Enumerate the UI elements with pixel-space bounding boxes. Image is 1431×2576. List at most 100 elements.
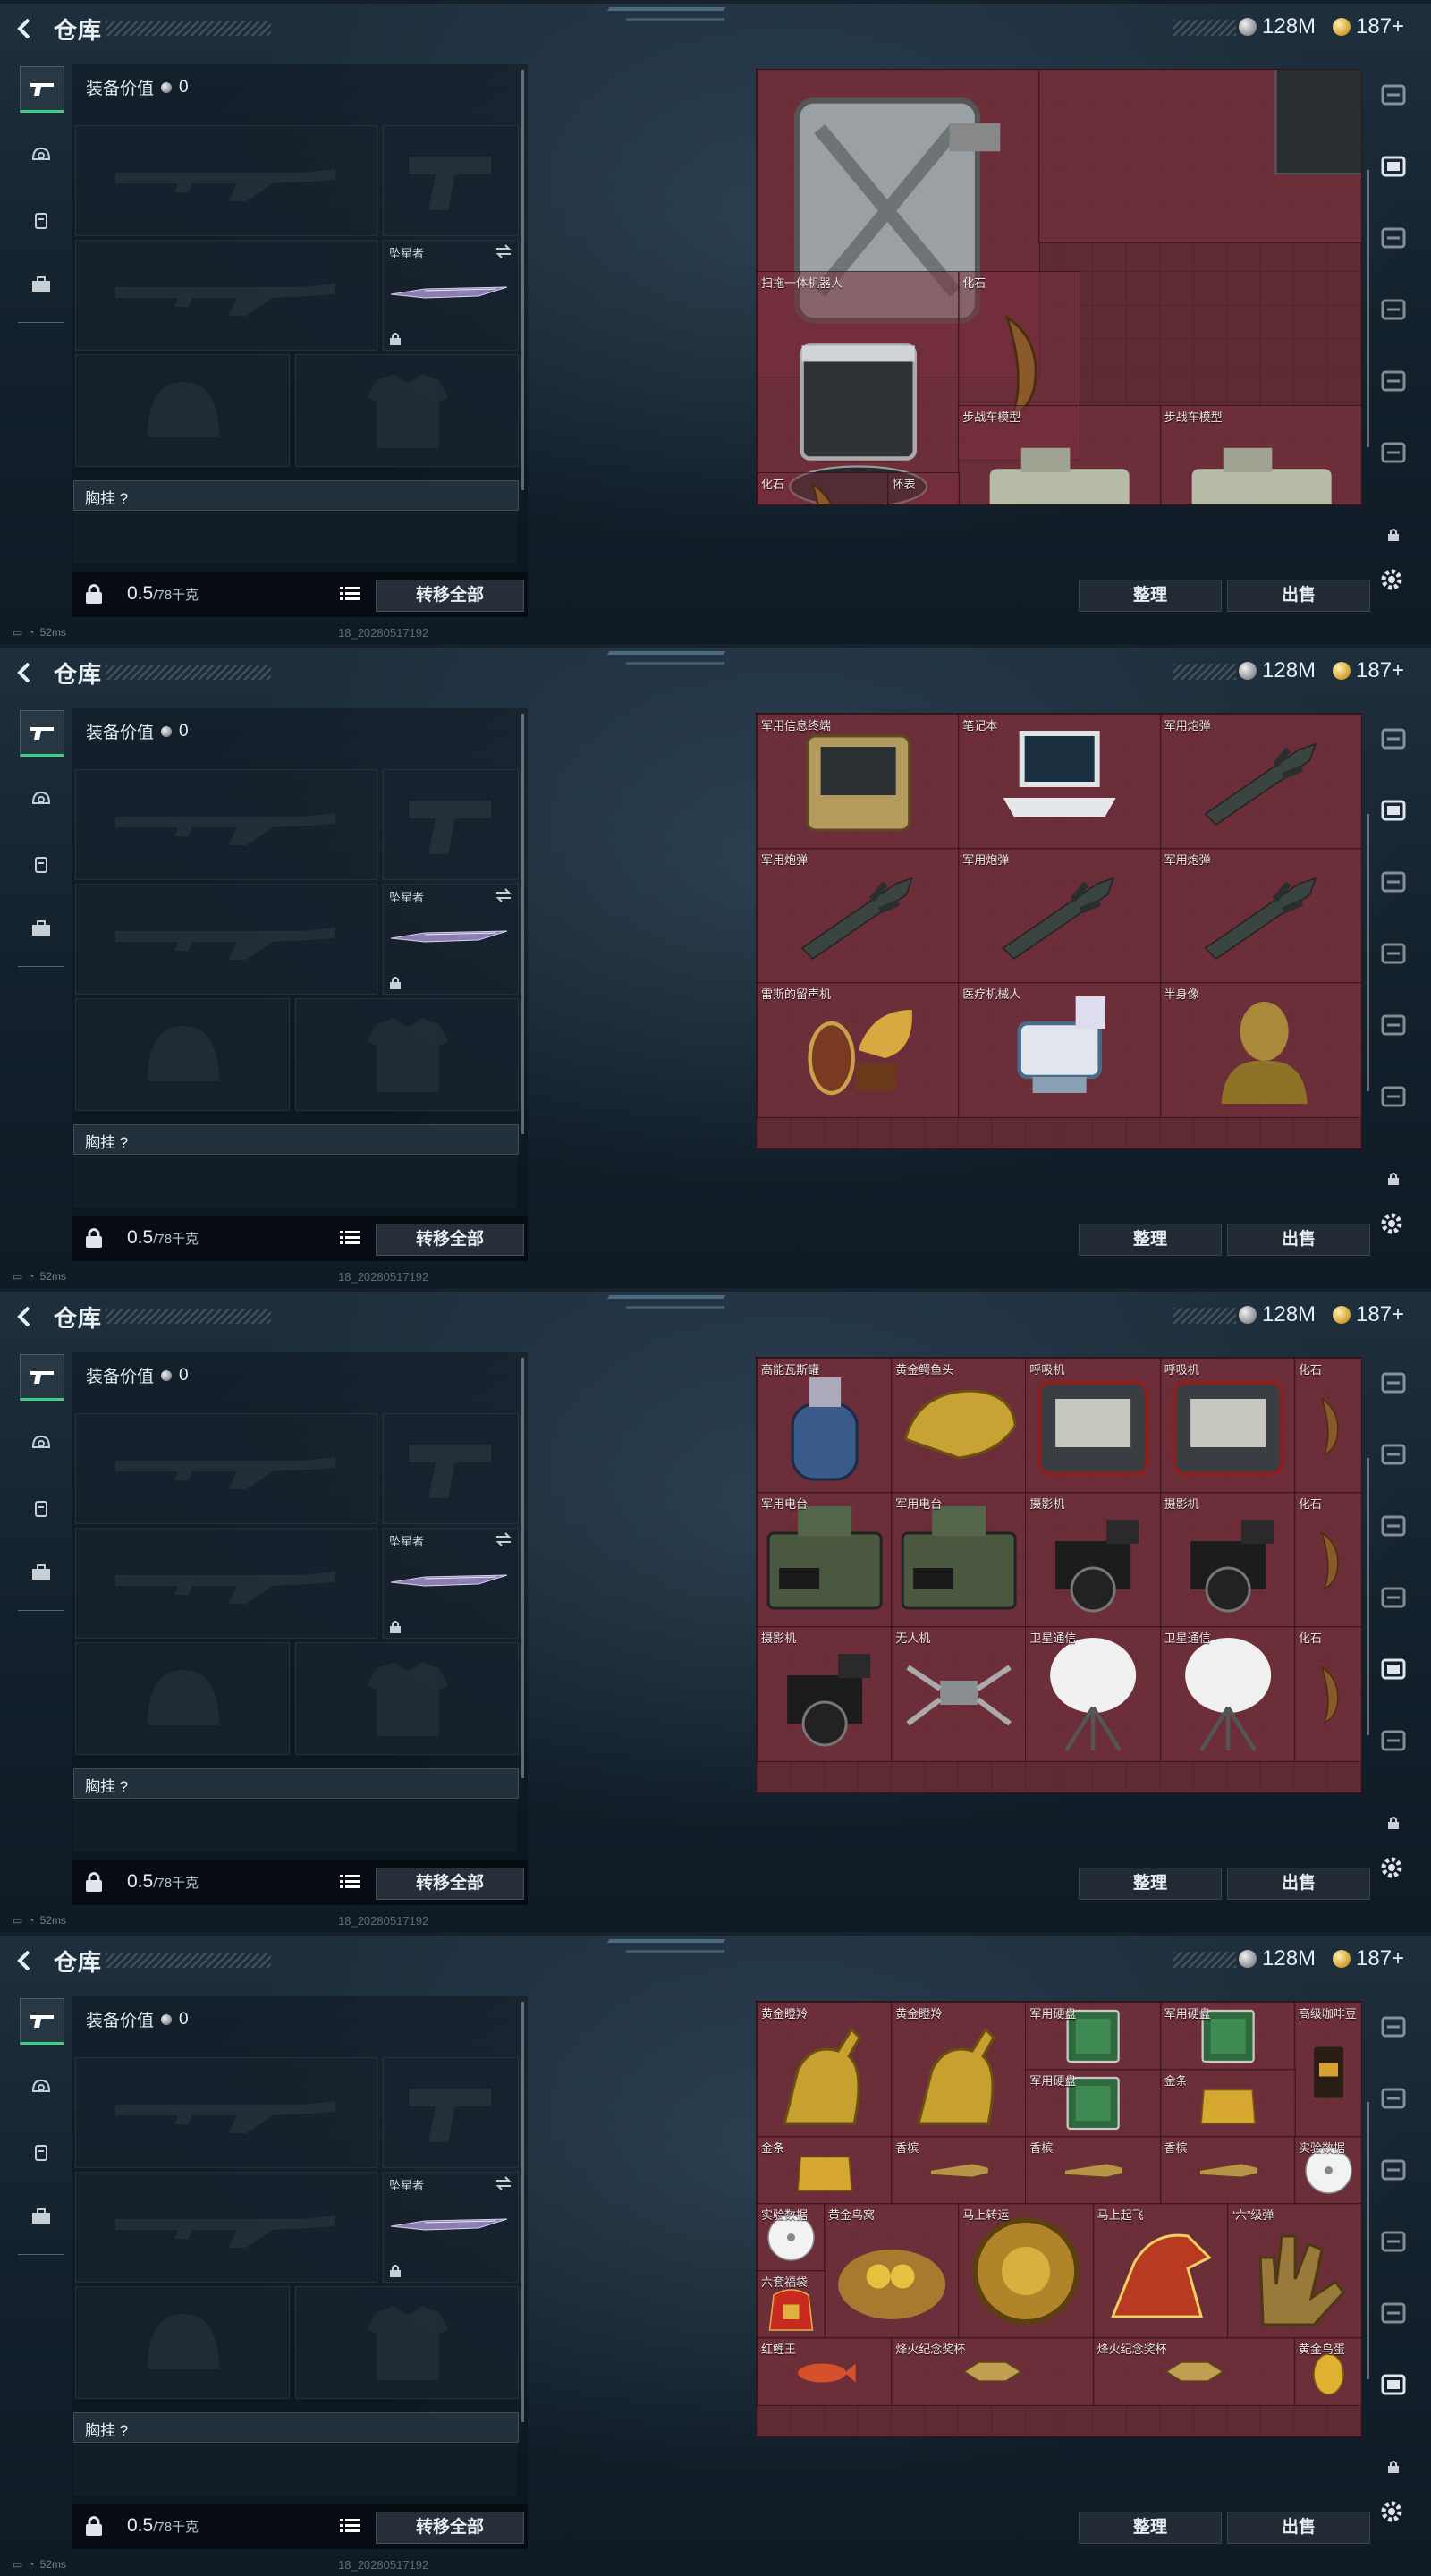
- nav-helmet[interactable]: [20, 134, 63, 177]
- storage-page-icon[interactable]: [1379, 1583, 1408, 1612]
- storage-item[interactable]: 香槟: [1025, 2136, 1162, 2205]
- nav-helmet[interactable]: [20, 2066, 63, 2109]
- secondary-weapon-slot[interactable]: [75, 1528, 377, 1639]
- nav-backpack[interactable]: [20, 1487, 63, 1530]
- storage-scrollbar[interactable]: [1367, 170, 1369, 447]
- transfer-all-button[interactable]: 转移全部: [376, 1868, 524, 1900]
- back-arrow-icon[interactable]: [13, 16, 38, 41]
- storage-page-icon[interactable]: [1379, 1440, 1408, 1469]
- storage-item[interactable]: 摄影机: [1159, 1492, 1296, 1628]
- storage-item[interactable]: 步战车模型: [958, 405, 1162, 504]
- storage-item[interactable]: 化石: [1293, 1626, 1361, 1762]
- storage-page-active-icon[interactable]: [1379, 2370, 1408, 2399]
- silver-currency[interactable]: 128M: [1239, 14, 1316, 39]
- nav-weapons[interactable]: [20, 710, 64, 757]
- storage-page-icon[interactable]: [1379, 1512, 1408, 1540]
- storage-item[interactable]: 扫拖一体机器人: [757, 271, 961, 504]
- pistol-slot[interactable]: [383, 769, 519, 880]
- storage-item[interactable]: 军用炮弹: [1159, 848, 1361, 984]
- storage-item[interactable]: 军用炮弹: [1159, 714, 1361, 850]
- silver-currency[interactable]: 128M: [1239, 1946, 1316, 1971]
- storage-item[interactable]: 无人机: [891, 1626, 1028, 1762]
- nav-backpack[interactable]: [20, 2131, 63, 2174]
- nav-case[interactable]: [20, 263, 63, 306]
- storage-item[interactable]: 军用信息终端: [757, 714, 961, 850]
- storage-item[interactable]: 军用电台: [891, 1492, 1028, 1628]
- helmet-slot[interactable]: [75, 1642, 290, 1755]
- list-icon[interactable]: [340, 1230, 360, 1246]
- vault-icon[interactable]: [1379, 1368, 1408, 1397]
- nav-helmet[interactable]: [20, 778, 63, 821]
- storage-scrollbar[interactable]: [1367, 814, 1369, 1091]
- storage-item[interactable]: 烽火纪念奖杯: [891, 2337, 1095, 2406]
- storage-item[interactable]: “六”级弹: [1226, 2203, 1361, 2339]
- storage-item[interactable]: 军用炮弹: [958, 848, 1162, 984]
- secondary-weapon-slot[interactable]: [75, 240, 377, 351]
- storage-item[interactable]: 半身像: [1159, 982, 1361, 1118]
- storage-page-active-icon[interactable]: [1379, 796, 1408, 825]
- list-icon[interactable]: [340, 1874, 360, 1890]
- storage-page-icon[interactable]: [1379, 2227, 1408, 2256]
- storage-item[interactable]: 高能瓦斯罐: [757, 1358, 893, 1494]
- sell-button[interactable]: 出售: [1227, 2512, 1370, 2544]
- storage-page-icon[interactable]: [1379, 367, 1408, 395]
- sell-button[interactable]: 出售: [1227, 580, 1370, 612]
- storage-item[interactable]: 香槟: [891, 2136, 1028, 2205]
- list-icon[interactable]: [340, 586, 360, 602]
- storage-item[interactable]: 香槟: [1159, 2136, 1296, 2205]
- gold-currency[interactable]: 187+: [1333, 1946, 1404, 1971]
- silver-currency[interactable]: 128M: [1239, 1302, 1316, 1327]
- gold-currency[interactable]: 187+: [1333, 658, 1404, 683]
- storage-page-icon[interactable]: [1379, 868, 1408, 896]
- storage-item[interactable]: 呼吸机: [1159, 1358, 1296, 1494]
- storage-item[interactable]: 马上转运: [958, 2203, 1095, 2339]
- storage-item[interactable]: 六套福袋: [757, 2270, 826, 2339]
- chest-rig-header[interactable]: 胸挂 ?: [73, 1768, 519, 1799]
- storage-item[interactable]: 雷斯的留声机: [757, 982, 961, 1118]
- storage-item[interactable]: 黄金瞪羚: [891, 2002, 1028, 2138]
- storage-item[interactable]: 马上起飞: [1092, 2203, 1229, 2339]
- primary-weapon-slot[interactable]: [75, 1413, 377, 1524]
- storage-scrollbar[interactable]: [1367, 1458, 1369, 1735]
- primary-weapon-slot[interactable]: [75, 125, 377, 236]
- sort-button[interactable]: 整理: [1079, 1224, 1222, 1256]
- melee-slot[interactable]: 坠星者: [383, 2172, 519, 2283]
- helmet-slot[interactable]: [75, 354, 290, 467]
- storage-page-icon[interactable]: [1379, 1082, 1408, 1111]
- chest-rig-header[interactable]: 胸挂 ?: [73, 480, 519, 511]
- storage-page-icon[interactable]: [1379, 1011, 1408, 1039]
- equipment-scrollbar[interactable]: [521, 714, 524, 1134]
- storage-item[interactable]: 金条: [757, 2136, 893, 2205]
- storage-page-icon[interactable]: [1379, 2156, 1408, 2184]
- nav-helmet[interactable]: [20, 1422, 63, 1465]
- storage-page-icon[interactable]: [1379, 1726, 1408, 1755]
- gear-icon[interactable]: [1377, 1209, 1406, 1238]
- storage-item[interactable]: 化石: [757, 472, 890, 504]
- silver-currency[interactable]: 128M: [1239, 658, 1316, 683]
- storage-item[interactable]: 军用炮弹: [757, 848, 961, 984]
- gear-icon[interactable]: [1377, 1853, 1406, 1882]
- nav-case[interactable]: [20, 2195, 63, 2238]
- armor-slot[interactable]: [295, 354, 519, 467]
- storage-grid[interactable]: 军用信息终端 笔记本 军用炮弹 军用炮弹 军用炮弹 军用炮弹 雷斯的留声机 医疗机械人 半身像: [756, 713, 1362, 1149]
- transfer-all-button[interactable]: 转移全部: [376, 2512, 524, 2544]
- nav-case[interactable]: [20, 907, 63, 950]
- storage-page-icon[interactable]: [1379, 2084, 1408, 2113]
- secondary-weapon-slot[interactable]: [75, 2172, 377, 2283]
- swap-icon[interactable]: [495, 2176, 512, 2190]
- storage-item[interactable]: 黄金鸟蛋: [1293, 2337, 1361, 2406]
- storage-item[interactable]: 军用硬盘: [1025, 2069, 1162, 2138]
- armor-slot[interactable]: [295, 1642, 519, 1755]
- equipment-scrollbar[interactable]: [521, 70, 524, 490]
- swap-icon[interactable]: [495, 888, 512, 902]
- chest-rig-slots[interactable]: [73, 1800, 517, 1852]
- storage-page-icon[interactable]: [1379, 295, 1408, 324]
- storage-grid[interactable]: 怀表主战坦克模型步战车模型扫拖一体机器人化石步战车模型步战车模型化石怀表: [756, 69, 1362, 505]
- nav-weapons[interactable]: [20, 1998, 64, 2045]
- storage-page-icon[interactable]: [1379, 224, 1408, 252]
- nav-case[interactable]: [20, 1551, 63, 1594]
- list-icon[interactable]: [340, 2518, 360, 2534]
- storage-item[interactable]: 医疗机械人: [958, 982, 1162, 1118]
- transfer-all-button[interactable]: 转移全部: [376, 1224, 524, 1256]
- nav-weapons[interactable]: [20, 1354, 64, 1401]
